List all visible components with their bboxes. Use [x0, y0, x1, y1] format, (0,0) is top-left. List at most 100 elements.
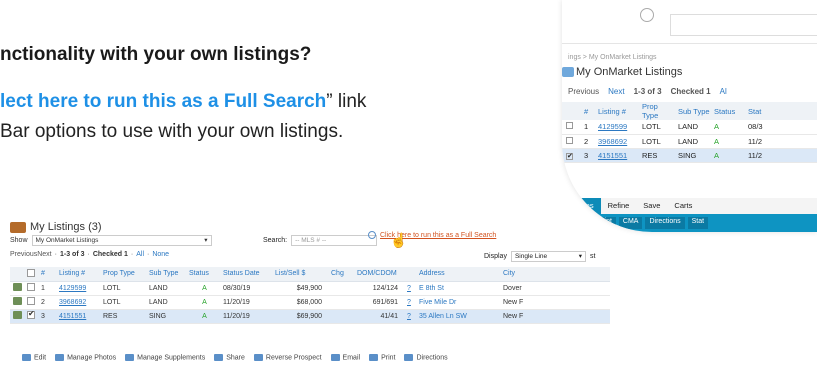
- column-header[interactable]: Listing #: [56, 267, 100, 282]
- show-select[interactable]: My OnMarket Listings: [31, 235, 212, 246]
- row-checkbox-checked[interactable]: ✔: [566, 152, 573, 160]
- zoom-page-title: My OnMarket Listings: [576, 66, 683, 78]
- column-header[interactable]: Sub Type: [674, 102, 710, 120]
- share-label: Share: [226, 354, 245, 362]
- table-row[interactable]: 1 4129599 LOTL LAND A 08/3: [562, 120, 817, 135]
- column-header: [404, 267, 416, 282]
- listing-link[interactable]: 4151551: [59, 313, 86, 320]
- print-button[interactable]: Print: [369, 354, 395, 361]
- manage-photos-button[interactable]: Manage Photos: [55, 354, 116, 361]
- price: $69,900: [272, 309, 328, 324]
- column-header[interactable]: Address: [416, 267, 500, 282]
- checked-count: Checked 1: [670, 87, 711, 96]
- column-header[interactable]: Status: [710, 102, 744, 120]
- instruction-link-text: lect here to run this as a Full Search: [0, 91, 327, 112]
- share-button[interactable]: Share: [214, 354, 245, 361]
- listing-link[interactable]: 4129599: [598, 122, 627, 131]
- row-checkbox[interactable]: [27, 297, 35, 305]
- status-date: 08/30/19: [220, 281, 272, 296]
- info-link[interactable]: ?: [407, 299, 411, 306]
- column-header[interactable]: List/Sell $: [272, 267, 328, 282]
- directions-button[interactable]: Directions: [645, 217, 685, 229]
- column-header[interactable]: #: [38, 267, 56, 282]
- column-header[interactable]: Chg: [328, 267, 354, 282]
- table-row[interactable]: ✔ 3 4151551 RES SING A 11/2: [562, 148, 817, 163]
- table-row[interactable]: 3 4151551 RES SING A 11/20/19 $69,900 41…: [10, 309, 610, 324]
- display-select[interactable]: Single Line: [510, 251, 586, 262]
- address[interactable]: 35 Allen Ln SW: [416, 309, 500, 324]
- show-row: Show My OnMarket Listings: [10, 235, 212, 246]
- table-row[interactable]: 2 3968692 LOTL LAND A 11/20/19 $68,000 6…: [10, 295, 610, 310]
- table-row[interactable]: 2 3968692 LOTL LAND A 11/2: [562, 134, 817, 149]
- help-icon[interactable]: [640, 8, 654, 22]
- zoom-top-input[interactable]: [670, 14, 817, 36]
- column-header[interactable]: Status Date: [220, 267, 272, 282]
- edit-button[interactable]: Edit: [22, 354, 46, 361]
- status-date: 11/2: [744, 148, 817, 163]
- tab-save[interactable]: Save: [636, 198, 667, 214]
- breadcrumb: ings > My OnMarket Listings: [568, 54, 657, 61]
- none-link[interactable]: None: [152, 251, 169, 258]
- full-search-link[interactable]: Click here to run this as a Full Search: [368, 231, 496, 239]
- all-link[interactable]: All: [136, 251, 144, 258]
- stats-button[interactable]: Stat: [687, 217, 709, 229]
- table-row[interactable]: 1 4129599 LOTL LAND A 08/30/19 $49,900 1…: [10, 281, 610, 296]
- manage-supplements-button[interactable]: Manage Supplements: [125, 354, 205, 361]
- next-link[interactable]: Next: [608, 87, 624, 96]
- question-heading: nctionality with your own listings?: [0, 44, 312, 65]
- all-link[interactable]: Al: [720, 87, 727, 96]
- edit-label: Edit: [34, 354, 47, 362]
- row-number: 1: [580, 120, 594, 135]
- reverse-prospect-button[interactable]: Reverse Prospect: [253, 354, 322, 361]
- property-icon: [13, 297, 22, 305]
- column-header[interactable]: Status: [186, 267, 220, 282]
- row-checkbox[interactable]: [566, 122, 573, 130]
- row-checkbox[interactable]: [566, 136, 573, 144]
- info-link[interactable]: ?: [407, 313, 411, 320]
- column-header[interactable]: Sub Type: [146, 267, 186, 282]
- sub-type: LAND: [146, 295, 186, 310]
- column-header[interactable]: Stat: [744, 102, 817, 120]
- previous-link[interactable]: Previous: [568, 87, 599, 96]
- directions-button[interactable]: Directions: [404, 354, 448, 361]
- property-icon: [13, 311, 22, 319]
- listing-link[interactable]: 4151551: [598, 151, 627, 160]
- search-input[interactable]: -- MLS # --: [291, 235, 378, 246]
- city: New F: [500, 309, 610, 324]
- listing-link[interactable]: 3968692: [59, 299, 86, 306]
- price: $49,900: [272, 281, 328, 296]
- listing-link[interactable]: 3968692: [598, 137, 627, 146]
- address[interactable]: E 8th St: [416, 281, 500, 296]
- status: A: [186, 309, 220, 324]
- display-label: Display: [484, 253, 507, 260]
- column-header[interactable]: Prop Type: [638, 102, 674, 120]
- prev-next-links[interactable]: PreviousNext: [10, 251, 52, 258]
- address[interactable]: Five Mile Dr: [416, 295, 500, 310]
- cma-button[interactable]: CMA: [618, 217, 643, 229]
- select-column-header: [562, 102, 580, 120]
- tab-carts[interactable]: Carts: [667, 198, 699, 214]
- city: New F: [500, 295, 610, 310]
- sub-type: LAND: [674, 120, 710, 135]
- column-header[interactable]: City: [500, 267, 610, 282]
- hand-cursor-icon: ☝: [390, 232, 408, 248]
- listing-link[interactable]: 4129599: [59, 285, 86, 292]
- city: Dover: [500, 281, 610, 296]
- prop-type: LOTL: [100, 281, 146, 296]
- property-icon: [13, 283, 22, 291]
- folder-icon: [125, 354, 135, 361]
- display-suffix: st: [589, 253, 596, 260]
- email-button[interactable]: Email: [330, 354, 360, 361]
- column-header[interactable]: #: [580, 102, 594, 120]
- pagination-row: PreviousNext · 1-3 of 3 · Checked 1 · Al…: [10, 251, 170, 258]
- info-link[interactable]: ?: [407, 285, 411, 292]
- row-checkbox-checked[interactable]: [27, 309, 35, 319]
- share-icon: [214, 354, 224, 361]
- select-all-checkbox[interactable]: [27, 268, 35, 277]
- row-checkbox[interactable]: [27, 283, 35, 291]
- column-header[interactable]: DOM/CDOM: [354, 267, 404, 282]
- column-header[interactable]: Listing #: [594, 102, 638, 120]
- column-header[interactable]: Prop Type: [100, 267, 146, 282]
- prop-type: RES: [100, 309, 146, 324]
- listings-screenshot: My Listings (3) Show My OnMarket Listing…: [0, 210, 610, 372]
